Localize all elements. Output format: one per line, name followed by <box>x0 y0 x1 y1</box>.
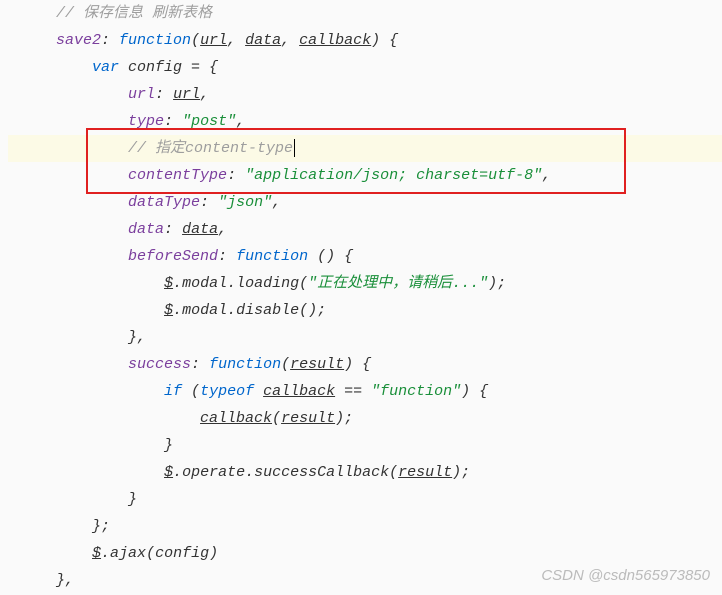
code-line: }, <box>8 324 722 351</box>
code-line: }, <box>8 567 722 594</box>
code-line: $.modal.loading("正在处理中，请稍后..."); <box>8 270 722 297</box>
code-line: } <box>8 432 722 459</box>
code-line: contentType: "application/json; charset=… <box>8 162 722 189</box>
code-line: data: data, <box>8 216 722 243</box>
code-line: } <box>8 486 722 513</box>
comment: // 保存信息 刷新表格 <box>56 5 212 22</box>
code-line: dataType: "json", <box>8 189 722 216</box>
code-line: url: url, <box>8 81 722 108</box>
code-line: save2: function(url, data, callback) { <box>8 27 722 54</box>
code-line-highlighted: // 指定content-type <box>8 135 722 162</box>
code-line: success: function(result) { <box>8 351 722 378</box>
code-editor: // 保存信息 刷新表格 save2: function(url, data, … <box>8 0 722 594</box>
code-line: }; <box>8 513 722 540</box>
code-line: var config = { <box>8 54 722 81</box>
code-line: callback(result); <box>8 405 722 432</box>
code-line: if (typeof callback == "function") { <box>8 378 722 405</box>
code-line: $.operate.successCallback(result); <box>8 459 722 486</box>
code-line: $.modal.disable(); <box>8 297 722 324</box>
code-line: beforeSend: function () { <box>8 243 722 270</box>
code-line: type: "post", <box>8 108 722 135</box>
code-line: // 保存信息 刷新表格 <box>8 0 722 27</box>
code-line: $.ajax(config) <box>8 540 722 567</box>
text-cursor <box>294 139 295 157</box>
comment: // 指定content-type <box>128 140 293 157</box>
